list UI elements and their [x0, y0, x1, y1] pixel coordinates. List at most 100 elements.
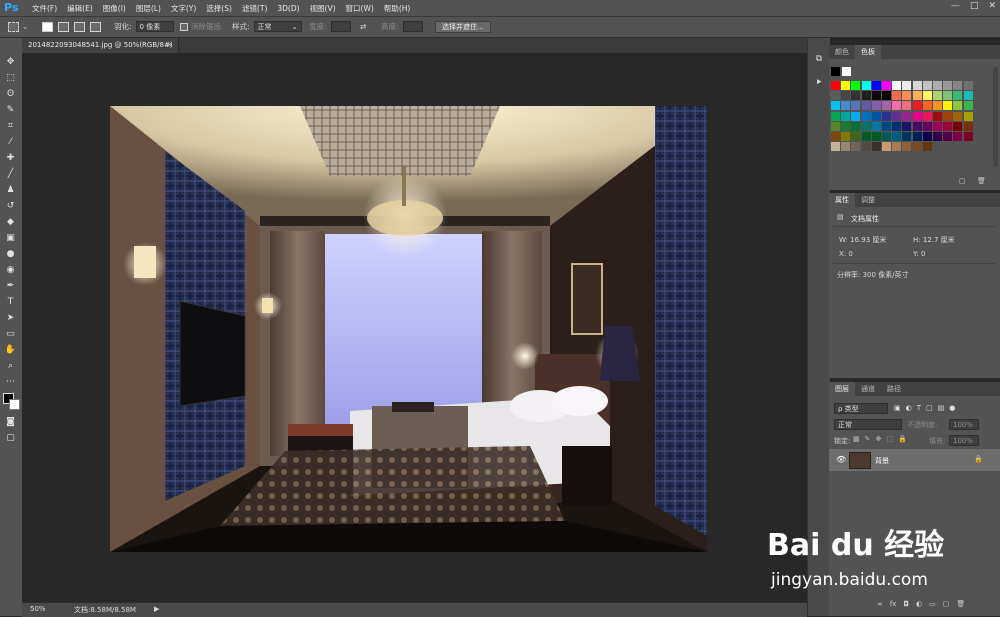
filter-pixel-icon[interactable]: ▣ [894, 404, 901, 412]
lock-position-icon[interactable]: ✥ [876, 435, 882, 443]
swatch-color[interactable] [831, 111, 840, 121]
swatch-color[interactable] [882, 132, 891, 141]
type-tool-icon[interactable]: T [4, 296, 17, 308]
swatch-color[interactable] [933, 91, 942, 101]
swatch-foreground-black[interactable] [831, 67, 840, 76]
swatch-color[interactable] [943, 132, 953, 141]
swatch-color[interactable] [933, 132, 942, 141]
menu-help[interactable]: 帮助(H) [379, 3, 416, 14]
swatch-color[interactable] [912, 101, 922, 111]
tab-color[interactable]: 颜色 [829, 45, 855, 59]
tab-layers[interactable]: 图层 [829, 382, 855, 396]
move-tool-icon[interactable]: ✥ [4, 56, 17, 68]
swatch-color[interactable] [871, 81, 881, 90]
swatch-color[interactable] [882, 121, 891, 131]
swatch-color[interactable] [922, 101, 932, 111]
swatch-color[interactable] [963, 121, 973, 131]
swatch-color[interactable] [831, 91, 840, 101]
swatch-color[interactable] [963, 111, 973, 121]
lock-pixels-icon[interactable]: ✎ [865, 435, 871, 443]
menu-select[interactable]: 选择(S) [201, 3, 237, 14]
layer-filter-select[interactable]: ρ 类型 [834, 403, 888, 414]
swatch-color[interactable] [892, 81, 902, 90]
swatch-color[interactable] [841, 121, 851, 131]
hand-tool-icon[interactable]: ✋ [4, 344, 17, 356]
swatch-color[interactable] [953, 101, 963, 111]
swatch-color[interactable] [871, 142, 881, 152]
swatch-color[interactable] [922, 91, 932, 101]
swatch-color[interactable] [902, 101, 912, 111]
new-swatch-icon[interactable]: ▢ [959, 177, 966, 185]
swatch-color[interactable] [851, 81, 861, 90]
swatch-color[interactable] [841, 81, 851, 90]
filter-smart-icon[interactable]: ▤ [938, 404, 945, 412]
eraser-tool-icon[interactable]: ◆ [4, 216, 17, 228]
swatch-color[interactable] [943, 121, 953, 131]
path-select-icon[interactable]: ➤ [4, 312, 17, 324]
quick-mask-icon[interactable]: ◙ [4, 416, 17, 428]
swatch-color[interactable] [861, 101, 871, 111]
minimize-button[interactable]: — [951, 1, 960, 11]
swatch-color[interactable] [882, 111, 891, 121]
swatch-color[interactable] [831, 121, 840, 131]
swatch-color[interactable] [912, 121, 922, 131]
zoom-tool-icon[interactable]: ⌕ [4, 360, 17, 372]
swatch-color[interactable] [953, 111, 963, 121]
link-layers-icon[interactable]: ∞ [877, 600, 883, 608]
select-and-mask-button[interactable]: 选择并遮住... [435, 20, 491, 33]
swatch-color[interactable] [851, 111, 861, 121]
swatch-color[interactable] [892, 111, 902, 121]
marquee-tool-icon[interactable]: ⬚ [4, 72, 17, 84]
swatch-color[interactable] [841, 111, 851, 121]
swatch-color[interactable] [922, 132, 932, 141]
swatch-color[interactable] [831, 132, 840, 141]
swatch-color[interactable] [861, 121, 871, 131]
eyedropper-tool-icon[interactable]: ⁄ [4, 136, 17, 148]
swatch-color[interactable] [963, 101, 973, 111]
shape-tool-icon[interactable]: ▭ [4, 328, 17, 340]
swatch-color[interactable] [882, 142, 891, 152]
swatches-scrollbar[interactable] [993, 67, 998, 167]
swatch-color[interactable] [892, 121, 902, 131]
swatch-color[interactable] [841, 142, 851, 152]
swatch-color[interactable] [861, 142, 871, 152]
swatch-color[interactable] [902, 121, 912, 131]
history-panel-icon[interactable]: ⧉ [812, 52, 826, 66]
swatch-color[interactable] [922, 111, 932, 121]
swatch-color[interactable] [861, 91, 871, 101]
swatch-color[interactable] [871, 121, 881, 131]
swatch-color[interactable] [922, 142, 932, 152]
opacity-input[interactable]: 100% [949, 419, 979, 430]
fill-input[interactable]: 100% [949, 435, 979, 446]
swatch-color[interactable] [953, 91, 963, 101]
menu-filter[interactable]: 滤镜(T) [237, 3, 272, 14]
background-color-swatch[interactable] [9, 399, 20, 410]
swatch-color[interactable] [871, 132, 881, 141]
swatch-color[interactable] [892, 132, 902, 141]
width-input[interactable] [330, 21, 351, 32]
swatch-color[interactable] [912, 142, 922, 152]
swatch-color[interactable] [912, 111, 922, 121]
swatch-color[interactable] [943, 101, 953, 111]
swatch-color[interactable] [933, 101, 942, 111]
delete-swatch-icon[interactable]: 🗑 [977, 177, 986, 185]
swatch-color[interactable] [902, 81, 912, 90]
swatch-color[interactable] [841, 132, 851, 141]
more-tools-icon[interactable]: ⋯ [4, 376, 17, 388]
swatch-color[interactable] [963, 91, 973, 101]
lock-artboard-icon[interactable]: ⬚ [886, 435, 893, 443]
layer-row-background[interactable]: 👁 背景 🔒 [829, 449, 1000, 471]
blend-mode-select[interactable]: 正常 [834, 419, 902, 430]
swatch-color[interactable] [882, 101, 891, 111]
swatch-color[interactable] [851, 101, 861, 111]
style-select[interactable]: 正常 ⌄ [253, 21, 302, 32]
swatch-color[interactable] [922, 121, 932, 131]
swatch-color[interactable] [882, 81, 891, 90]
swatch-color[interactable] [902, 111, 912, 121]
filter-shape-icon[interactable]: ▢ [926, 404, 933, 412]
marquee-tool-preset[interactable]: ⌄ [8, 20, 28, 33]
tab-paths[interactable]: 路径 [881, 382, 907, 396]
swatch-color[interactable] [892, 91, 902, 101]
zoom-level[interactable]: 50% [30, 605, 46, 613]
swatch-color[interactable] [831, 101, 840, 111]
